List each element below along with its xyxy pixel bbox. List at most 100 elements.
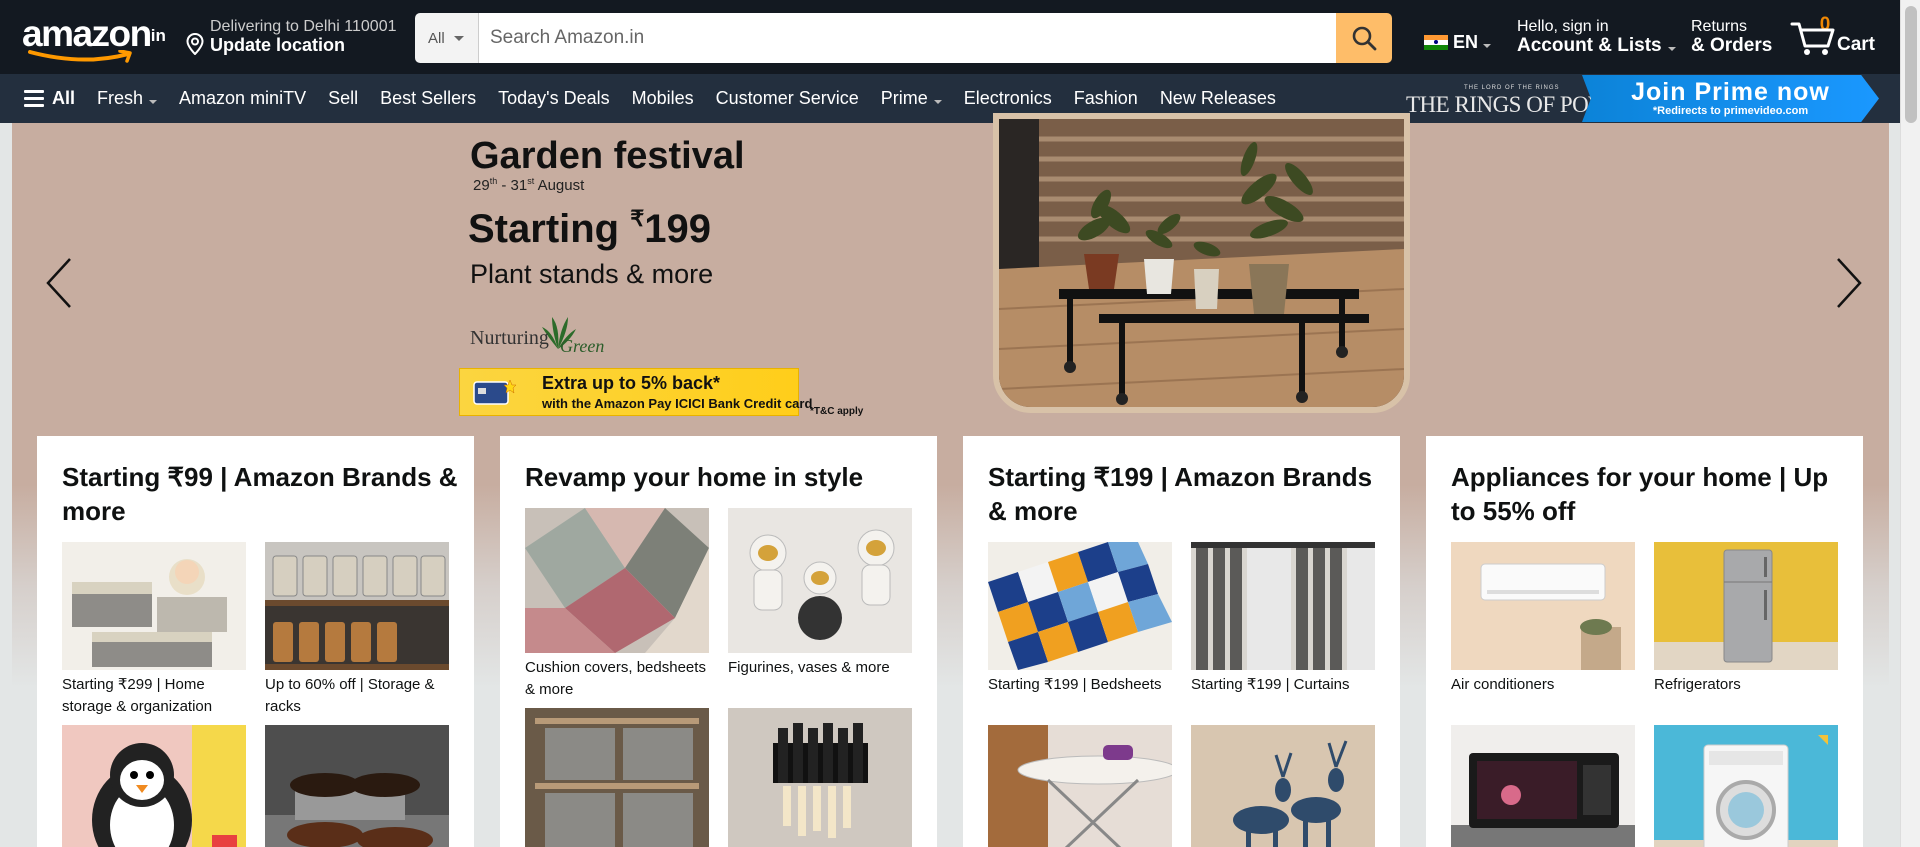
nav-electronics-label: Electronics bbox=[963, 88, 1052, 108]
nav-fashion-label: Fashion bbox=[1073, 88, 1138, 108]
card-appliances: Appliances for your home | Up to 55% off… bbox=[1426, 436, 1863, 847]
plant-stand-image[interactable] bbox=[993, 113, 1410, 413]
tile-caption: Air conditioners bbox=[1451, 676, 1555, 693]
cart-button[interactable]: 0 Cart bbox=[1790, 14, 1885, 58]
icici-offer-banner[interactable]: Extra up to 5% back* with the Amazon Pay… bbox=[459, 368, 812, 416]
tile-caption: Refrigerators bbox=[1654, 676, 1741, 693]
tile-storage-racks[interactable]: Up to 60% off | Storage & racks bbox=[265, 542, 449, 718]
tile-home-storage[interactable]: Starting ₹299 | Home storage & organizat… bbox=[62, 542, 246, 718]
tile-caption: Up to 60% off | Storage & racks bbox=[265, 676, 435, 715]
language-selector[interactable]: EN bbox=[1424, 32, 1492, 53]
nav-prime-label: Prime bbox=[880, 88, 928, 108]
astronaut-figurines-image bbox=[728, 508, 912, 653]
air-conditioner-image bbox=[1451, 542, 1635, 670]
account-lists-label: Account & Lists bbox=[1517, 35, 1662, 56]
brand-name-a: Nurturing bbox=[470, 327, 549, 349]
tile-refrigerators[interactable]: Refrigerators bbox=[1654, 542, 1838, 696]
starting-label: Starting bbox=[468, 207, 631, 251]
nav-prime[interactable]: Prime bbox=[870, 88, 953, 109]
card-title: Revamp your home in style bbox=[525, 462, 864, 492]
tile-cushion-covers[interactable]: Cushion covers, bedsheets & more bbox=[525, 508, 709, 701]
logo-tld: .in bbox=[146, 26, 166, 45]
curtains-image bbox=[1191, 542, 1375, 670]
dates-start: 29 bbox=[473, 177, 490, 194]
nav-fashion[interactable]: Fashion bbox=[1063, 88, 1149, 109]
tile-microwave[interactable] bbox=[1451, 725, 1635, 847]
update-location-label: Update location bbox=[210, 35, 346, 55]
nav-fresh[interactable]: Fresh bbox=[86, 88, 168, 109]
join-prime-label: Join Prime now bbox=[1631, 78, 1830, 106]
card-title: Appliances for your home | Up to 55% off bbox=[1451, 462, 1829, 526]
nav-electronics[interactable]: Electronics bbox=[953, 88, 1063, 109]
card-title: Starting ₹199 | Amazon Brands & more bbox=[988, 462, 1373, 526]
nav-mobiles[interactable]: Mobiles bbox=[621, 88, 705, 109]
tile-washing-machine[interactable] bbox=[1654, 725, 1838, 847]
chevron-down-icon bbox=[149, 99, 158, 104]
account-menu[interactable]: Hello, sign in Account & Lists bbox=[1517, 18, 1676, 57]
scrollbar-thumb[interactable] bbox=[1905, 6, 1917, 123]
card-title: Starting ₹99 | Amazon Brands & more bbox=[62, 462, 458, 526]
tile-deer-decor[interactable] bbox=[1191, 725, 1375, 847]
nav-customer-service[interactable]: Customer Service bbox=[705, 88, 870, 109]
price-value: 199 bbox=[644, 207, 711, 251]
tile-wall-lamp[interactable] bbox=[728, 708, 912, 847]
tile-shoes[interactable] bbox=[265, 725, 449, 847]
tile-figurines[interactable]: Figurines, vases & more bbox=[728, 508, 912, 679]
returns-orders-link[interactable]: Returns & Orders bbox=[1691, 18, 1772, 57]
nav-best-sellers[interactable]: Best Sellers bbox=[369, 88, 487, 109]
location-pin-icon bbox=[186, 33, 204, 55]
tile-curtains[interactable]: Starting ₹199 | Curtains bbox=[1191, 542, 1375, 696]
nav-todays-deals[interactable]: Today's Deals bbox=[487, 88, 621, 109]
all-menu-button[interactable]: All bbox=[24, 88, 86, 109]
chevron-left-icon[interactable] bbox=[42, 253, 82, 313]
penguin-toy-image bbox=[62, 725, 246, 847]
refrigerator-image bbox=[1654, 542, 1838, 670]
all-label: All bbox=[52, 88, 76, 108]
amazon-logo[interactable]: amazon .in bbox=[20, 12, 166, 63]
search-input[interactable] bbox=[479, 13, 1336, 63]
account-lists-row: Account & Lists bbox=[1517, 35, 1676, 57]
nav-best-sellers-label: Best Sellers bbox=[380, 88, 477, 108]
nav-new-releases-label: New Releases bbox=[1159, 88, 1276, 108]
nav-sell-label: Sell bbox=[328, 88, 359, 108]
search-category-label: All bbox=[428, 29, 445, 47]
chevron-right-icon[interactable] bbox=[1826, 253, 1866, 313]
storage-baskets-image bbox=[62, 542, 246, 670]
chevron-down-icon bbox=[1483, 43, 1492, 48]
tile-ironing-board[interactable] bbox=[988, 725, 1172, 847]
shoes-image bbox=[265, 725, 449, 847]
chevron-down-icon bbox=[453, 35, 464, 41]
dates-month: August bbox=[534, 177, 585, 194]
tile-caption: Starting ₹199 | Bedsheets bbox=[988, 676, 1162, 693]
language-code: EN bbox=[1453, 32, 1479, 52]
nav-todays-deals-label: Today's Deals bbox=[498, 88, 610, 108]
tile-caption: Cushion covers, bedsheets & more bbox=[525, 659, 706, 698]
offer-headline: Extra up to 5% back* bbox=[542, 373, 721, 393]
page-scrollbar[interactable] bbox=[1900, 0, 1920, 847]
prime-promo-banner[interactable]: THE LORD OF THE RINGS THE RINGS OF POWER… bbox=[1404, 75, 1879, 122]
join-prime-button[interactable]: Join Prime now *Redirects to primevideo.… bbox=[1582, 75, 1879, 122]
card-amazon-brands-99: Starting ₹99 | Amazon Brands & more Star… bbox=[37, 436, 474, 847]
nav-minitv-label: Amazon miniTV bbox=[179, 88, 307, 108]
nav-new-releases[interactable]: New Releases bbox=[1149, 88, 1287, 109]
bedsheet-image bbox=[988, 542, 1172, 670]
brand-logo: Nurturing Green bbox=[470, 313, 610, 359]
promo-small-text: THE LORD OF THE RINGS bbox=[1464, 85, 1560, 91]
tile-bedsheets[interactable]: Starting ₹199 | Bedsheets bbox=[988, 542, 1172, 696]
brand-name-b: Green bbox=[560, 336, 605, 356]
nav-amazon-minitv[interactable]: Amazon miniTV bbox=[168, 88, 317, 109]
jars-rack-image bbox=[265, 542, 449, 670]
search-category-dropdown[interactable]: All bbox=[415, 13, 479, 63]
currency-symbol: ₹ bbox=[630, 206, 645, 231]
india-flag-icon bbox=[1424, 34, 1448, 51]
search-button[interactable] bbox=[1336, 13, 1392, 63]
tile-penguin-toy[interactable] bbox=[62, 725, 246, 847]
chevron-down-icon bbox=[933, 99, 942, 104]
nav-sell[interactable]: Sell bbox=[317, 88, 369, 109]
microwave-image bbox=[1451, 725, 1635, 847]
offer-subline: with the Amazon Pay ICICI Bank Credit ca… bbox=[542, 396, 813, 411]
deer-figurines-image bbox=[1191, 725, 1375, 847]
tile-storage-shelf[interactable] bbox=[525, 708, 709, 847]
top-header: amazon .in Delivering to Delhi 110001 Up… bbox=[0, 0, 1900, 74]
tile-air-conditioners[interactable]: Air conditioners bbox=[1451, 542, 1635, 696]
